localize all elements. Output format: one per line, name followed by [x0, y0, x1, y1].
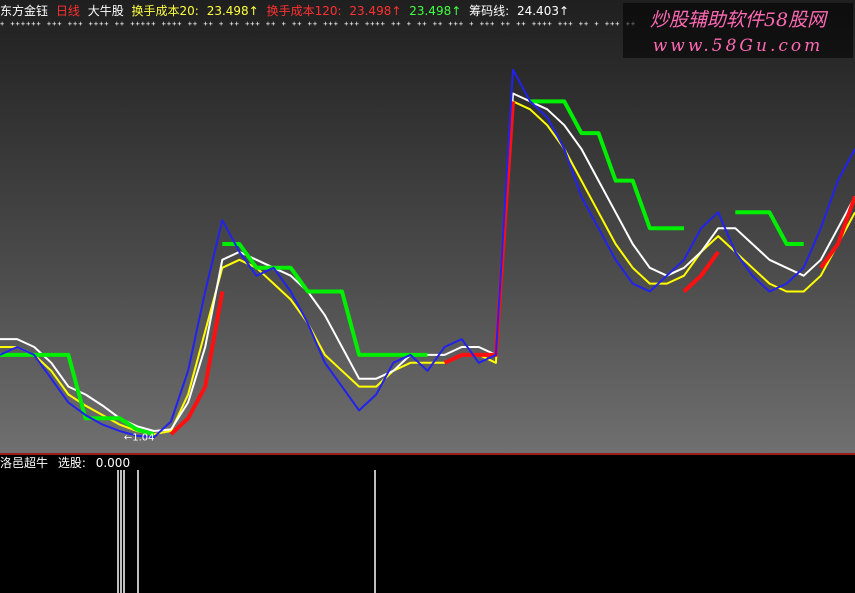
ind2-label: 换手成本120:	[266, 4, 342, 18]
sub-indicator-label: 选股:	[57, 456, 86, 470]
support-red-line	[682, 250, 720, 293]
ma-white-line	[0, 92, 855, 432]
ind2-value: 23.498↑	[349, 4, 402, 18]
sub-indicator-value: 0.000	[95, 456, 131, 470]
price-line	[0, 68, 855, 439]
ind1-value: 23.498↑	[206, 4, 259, 18]
step-green-line	[222, 242, 428, 357]
sub-indicator-name: 洛邑超牛	[0, 456, 49, 470]
low-price-label: ←1.04	[124, 432, 155, 443]
watermark-url: www.58Gu.com	[652, 36, 824, 56]
ind1-label: 换手成本20:	[131, 4, 199, 18]
step-green-line	[530, 99, 684, 231]
step-green-line	[0, 352, 155, 437]
stock-name: 东方金钰	[0, 4, 49, 18]
indicator-header: 东方金钰 日线 大牛股 换手成本20: 23.498↑ 换手成本120: 23.…	[0, 3, 573, 19]
sub-indicator-header: 洛邑超牛 选股: 0.000	[0, 456, 136, 470]
ma-yellow-line	[0, 100, 855, 436]
watermark-title: 炒股辅助软件58股网	[649, 9, 827, 31]
support-red-line	[819, 195, 855, 269]
step-green-line	[735, 210, 804, 246]
price-chart[interactable]: ←1.04	[0, 0, 855, 593]
watermark: 炒股辅助软件58股网 www.58Gu.com	[623, 3, 853, 58]
ind4-label: 筹码线:	[469, 4, 510, 18]
ind4-value: 24.403↑	[516, 4, 570, 18]
period-label: 日线	[55, 4, 80, 18]
formula-name: 大牛股	[87, 4, 124, 18]
signal-markers: + ++++++ +++ +++ ++++ ++ +++++ ++++ ++ +…	[0, 20, 635, 28]
ind3-value: 23.498↑	[409, 4, 462, 18]
